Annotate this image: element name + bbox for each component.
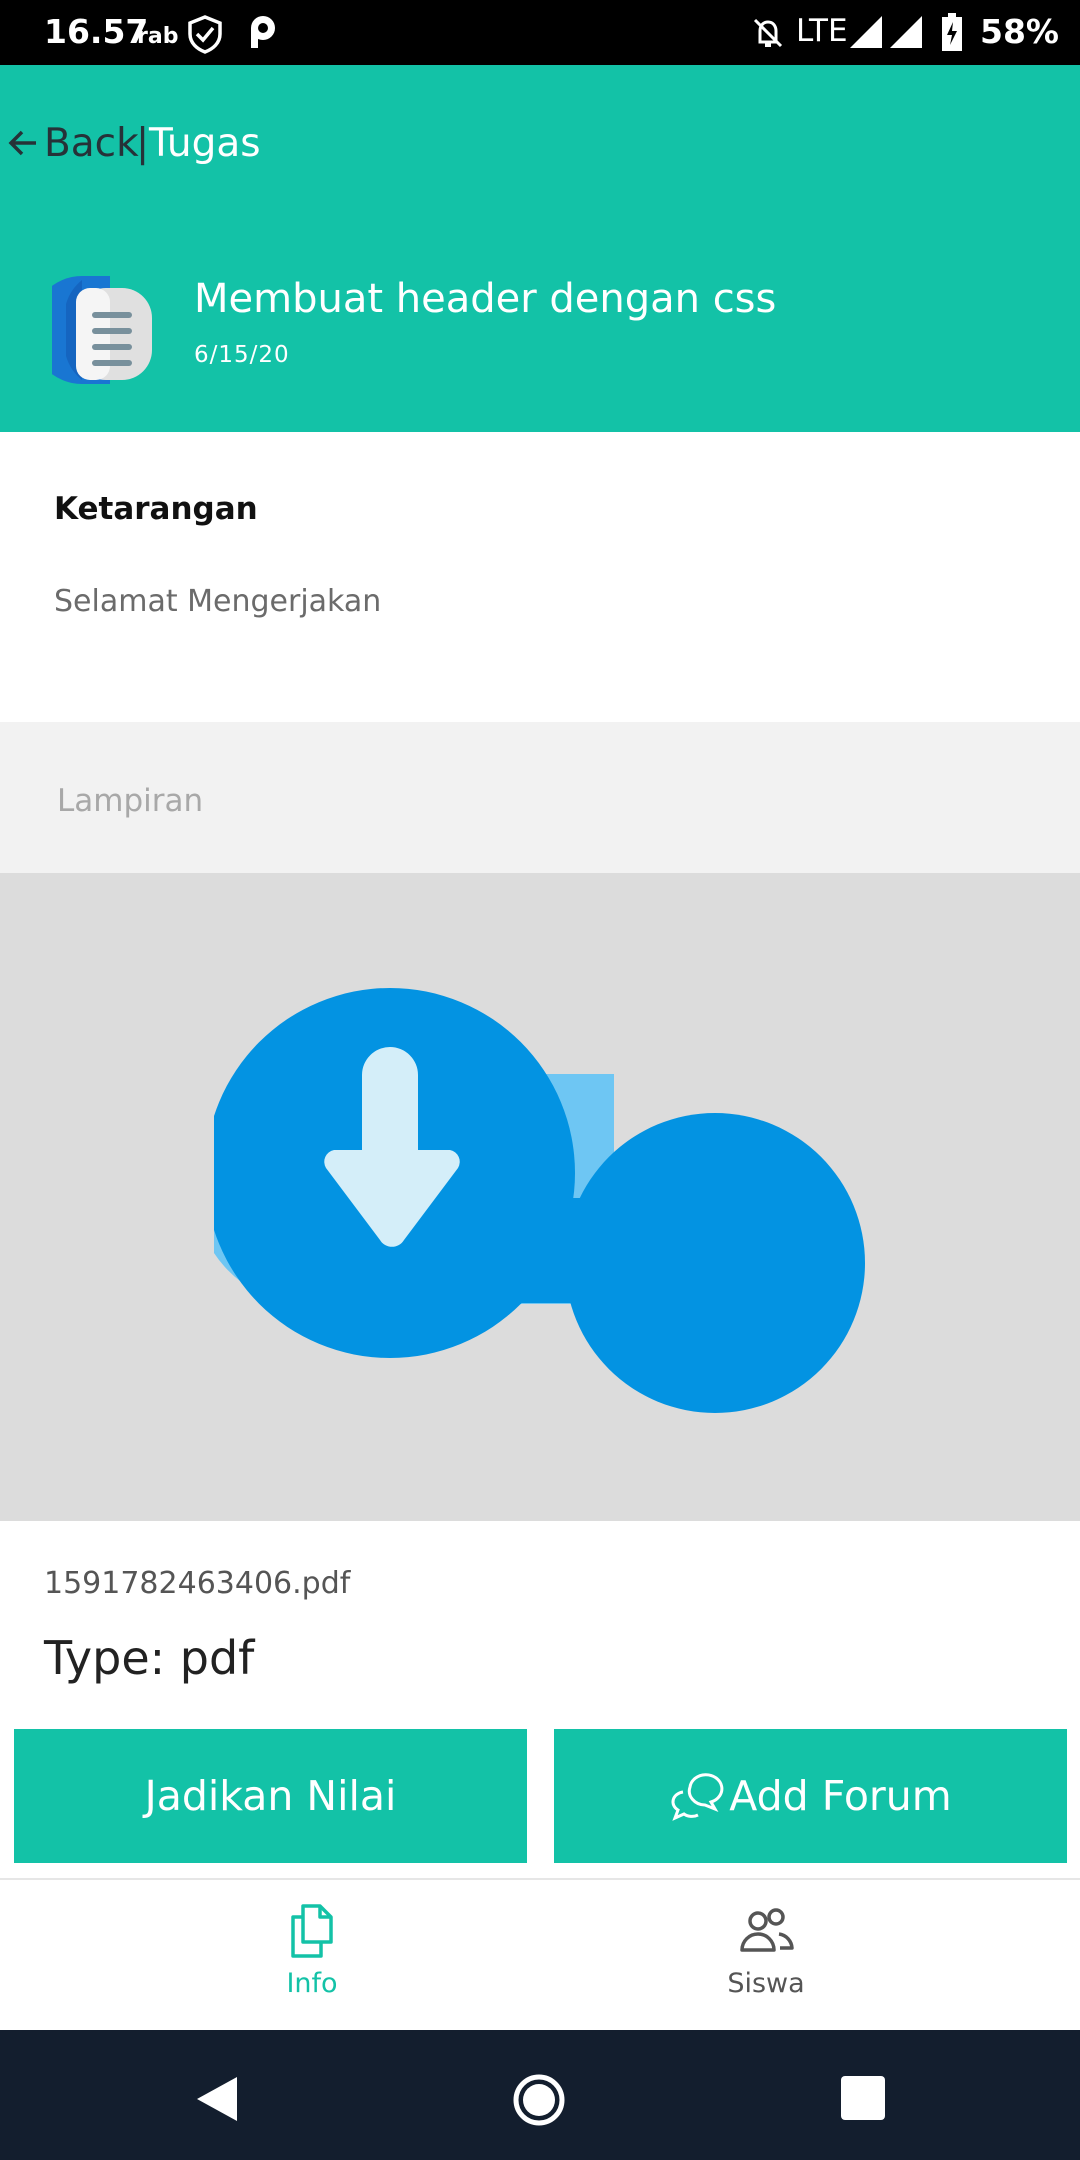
back-triangle-icon[interactable]	[193, 2075, 239, 2127]
chat-bubbles-icon	[671, 1773, 724, 1821]
header-separator: |	[136, 121, 150, 166]
users-icon	[736, 1908, 796, 1962]
shield-check-icon	[184, 14, 226, 58]
nav-item-label: Siswa	[727, 1968, 805, 1999]
files-icon	[287, 1904, 337, 1962]
description-heading: Ketarangan	[54, 491, 258, 527]
back-arrow-icon[interactable]	[6, 126, 40, 164]
attachment-preview[interactable]	[0, 873, 1080, 1521]
status-day: rab	[137, 24, 179, 49]
network-type: LTE	[796, 13, 848, 49]
notifications-off-icon	[750, 15, 786, 55]
nav-item-info[interactable]: Info	[202, 1904, 422, 1999]
attachment-label: Lampiran	[57, 783, 204, 819]
grade-button-label: Jadikan Nilai	[144, 1772, 397, 1820]
signal-icon	[848, 14, 884, 54]
status-time: 16.57	[44, 12, 149, 51]
parking-app-icon	[248, 14, 278, 54]
nav-item-siswa[interactable]: Siswa	[656, 1904, 876, 1999]
file-type: Type: pdf	[44, 1631, 255, 1685]
status-bar: 16.57 rab LTE 58%	[0, 0, 1080, 65]
battery-charging-icon	[940, 12, 964, 56]
system-nav-bar	[0, 2030, 1080, 2160]
signal-icon	[888, 14, 924, 54]
document-icon	[30, 276, 154, 388]
back-button[interactable]: Back	[44, 121, 139, 166]
battery-percentage: 58%	[980, 12, 1059, 51]
home-circle-icon[interactable]	[512, 2073, 566, 2131]
add-forum-button-label: Add Forum	[729, 1772, 952, 1820]
add-forum-button[interactable]: Add Forum	[554, 1729, 1067, 1863]
grade-button[interactable]: Jadikan Nilai	[14, 1729, 527, 1863]
nav-item-label: Info	[286, 1968, 338, 1999]
description-text: Selamat Mengerjakan	[54, 584, 382, 619]
page-title: Tugas	[149, 121, 261, 166]
file-name: 1591782463406.pdf	[44, 1566, 351, 1601]
task-date: 6/15/20	[194, 342, 290, 368]
recents-square-icon[interactable]	[841, 2076, 885, 2124]
task-title: Membuat header dengan css	[194, 276, 777, 322]
bottom-nav: Info Siswa	[0, 1878, 1080, 2032]
cloud-download-icon[interactable]	[194, 978, 866, 1418]
